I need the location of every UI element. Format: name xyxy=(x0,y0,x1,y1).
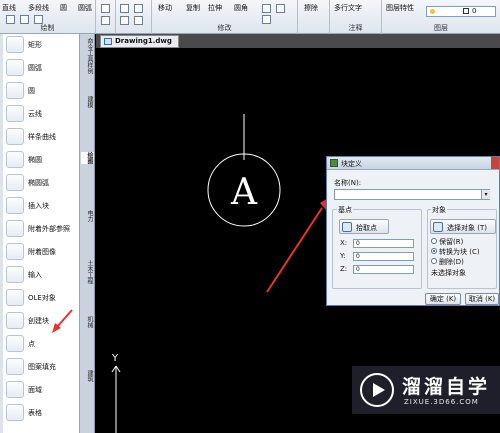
name-combobox[interactable] xyxy=(334,189,490,200)
watermark-url: ZIXUE.3D66.COM xyxy=(404,398,479,406)
cancel-button[interactable]: 取消 (K) xyxy=(465,293,499,305)
name-label: 名称(N): xyxy=(334,179,362,187)
convert-to-block-label: 转换为块 (C) xyxy=(439,248,480,256)
close-button[interactable] xyxy=(491,157,499,169)
watermark-name: 溜溜自学 xyxy=(402,376,491,398)
convert-to-block-radio[interactable] xyxy=(431,248,437,254)
delete-radio[interactable] xyxy=(431,258,437,264)
z-label: Z: xyxy=(340,265,348,273)
retain-radio[interactable] xyxy=(431,238,437,244)
watermark: 溜溜自学 ZIXUE.3D66.COM xyxy=(352,366,500,414)
select-objects-icon xyxy=(433,222,443,232)
chevron-down-icon[interactable]: ▾ xyxy=(481,190,490,199)
annotation-arrow xyxy=(56,309,73,328)
selected-count-label: 未选择对象 xyxy=(431,269,466,277)
pick-point-icon xyxy=(342,222,352,232)
ok-button[interactable]: 确定 (K) xyxy=(425,293,461,305)
delete-label: 删除(D) xyxy=(439,258,464,266)
y-label: Y: xyxy=(340,252,346,260)
pick-point-button[interactable]: 拾取点 xyxy=(339,219,389,234)
objects-heading: 对象 xyxy=(431,205,447,215)
select-objects-label: 选择对象 (T) xyxy=(447,224,487,232)
pick-point-label: 拾取点 xyxy=(356,224,377,232)
block-icon xyxy=(330,159,338,167)
base-x-field[interactable]: 0 xyxy=(353,239,414,248)
dialog-titlebar[interactable]: 块定义 xyxy=(327,157,499,170)
base-y-field[interactable]: 0 xyxy=(353,252,414,261)
x-label: X: xyxy=(340,239,348,247)
play-logo-icon xyxy=(360,373,394,407)
base-z-field[interactable]: 0 xyxy=(353,265,414,274)
dialog-title: 块定义 xyxy=(341,160,362,168)
select-objects-button[interactable]: 选择对象 (T) xyxy=(430,219,496,234)
base-point-heading: 基点 xyxy=(337,205,353,215)
block-definition-dialog: 块定义 名称(N): ▾ 基点 拾取点 X: 0 Y: 0 Z: 0 对象 选择… xyxy=(326,156,500,306)
retain-label: 保留(R) xyxy=(439,238,464,246)
